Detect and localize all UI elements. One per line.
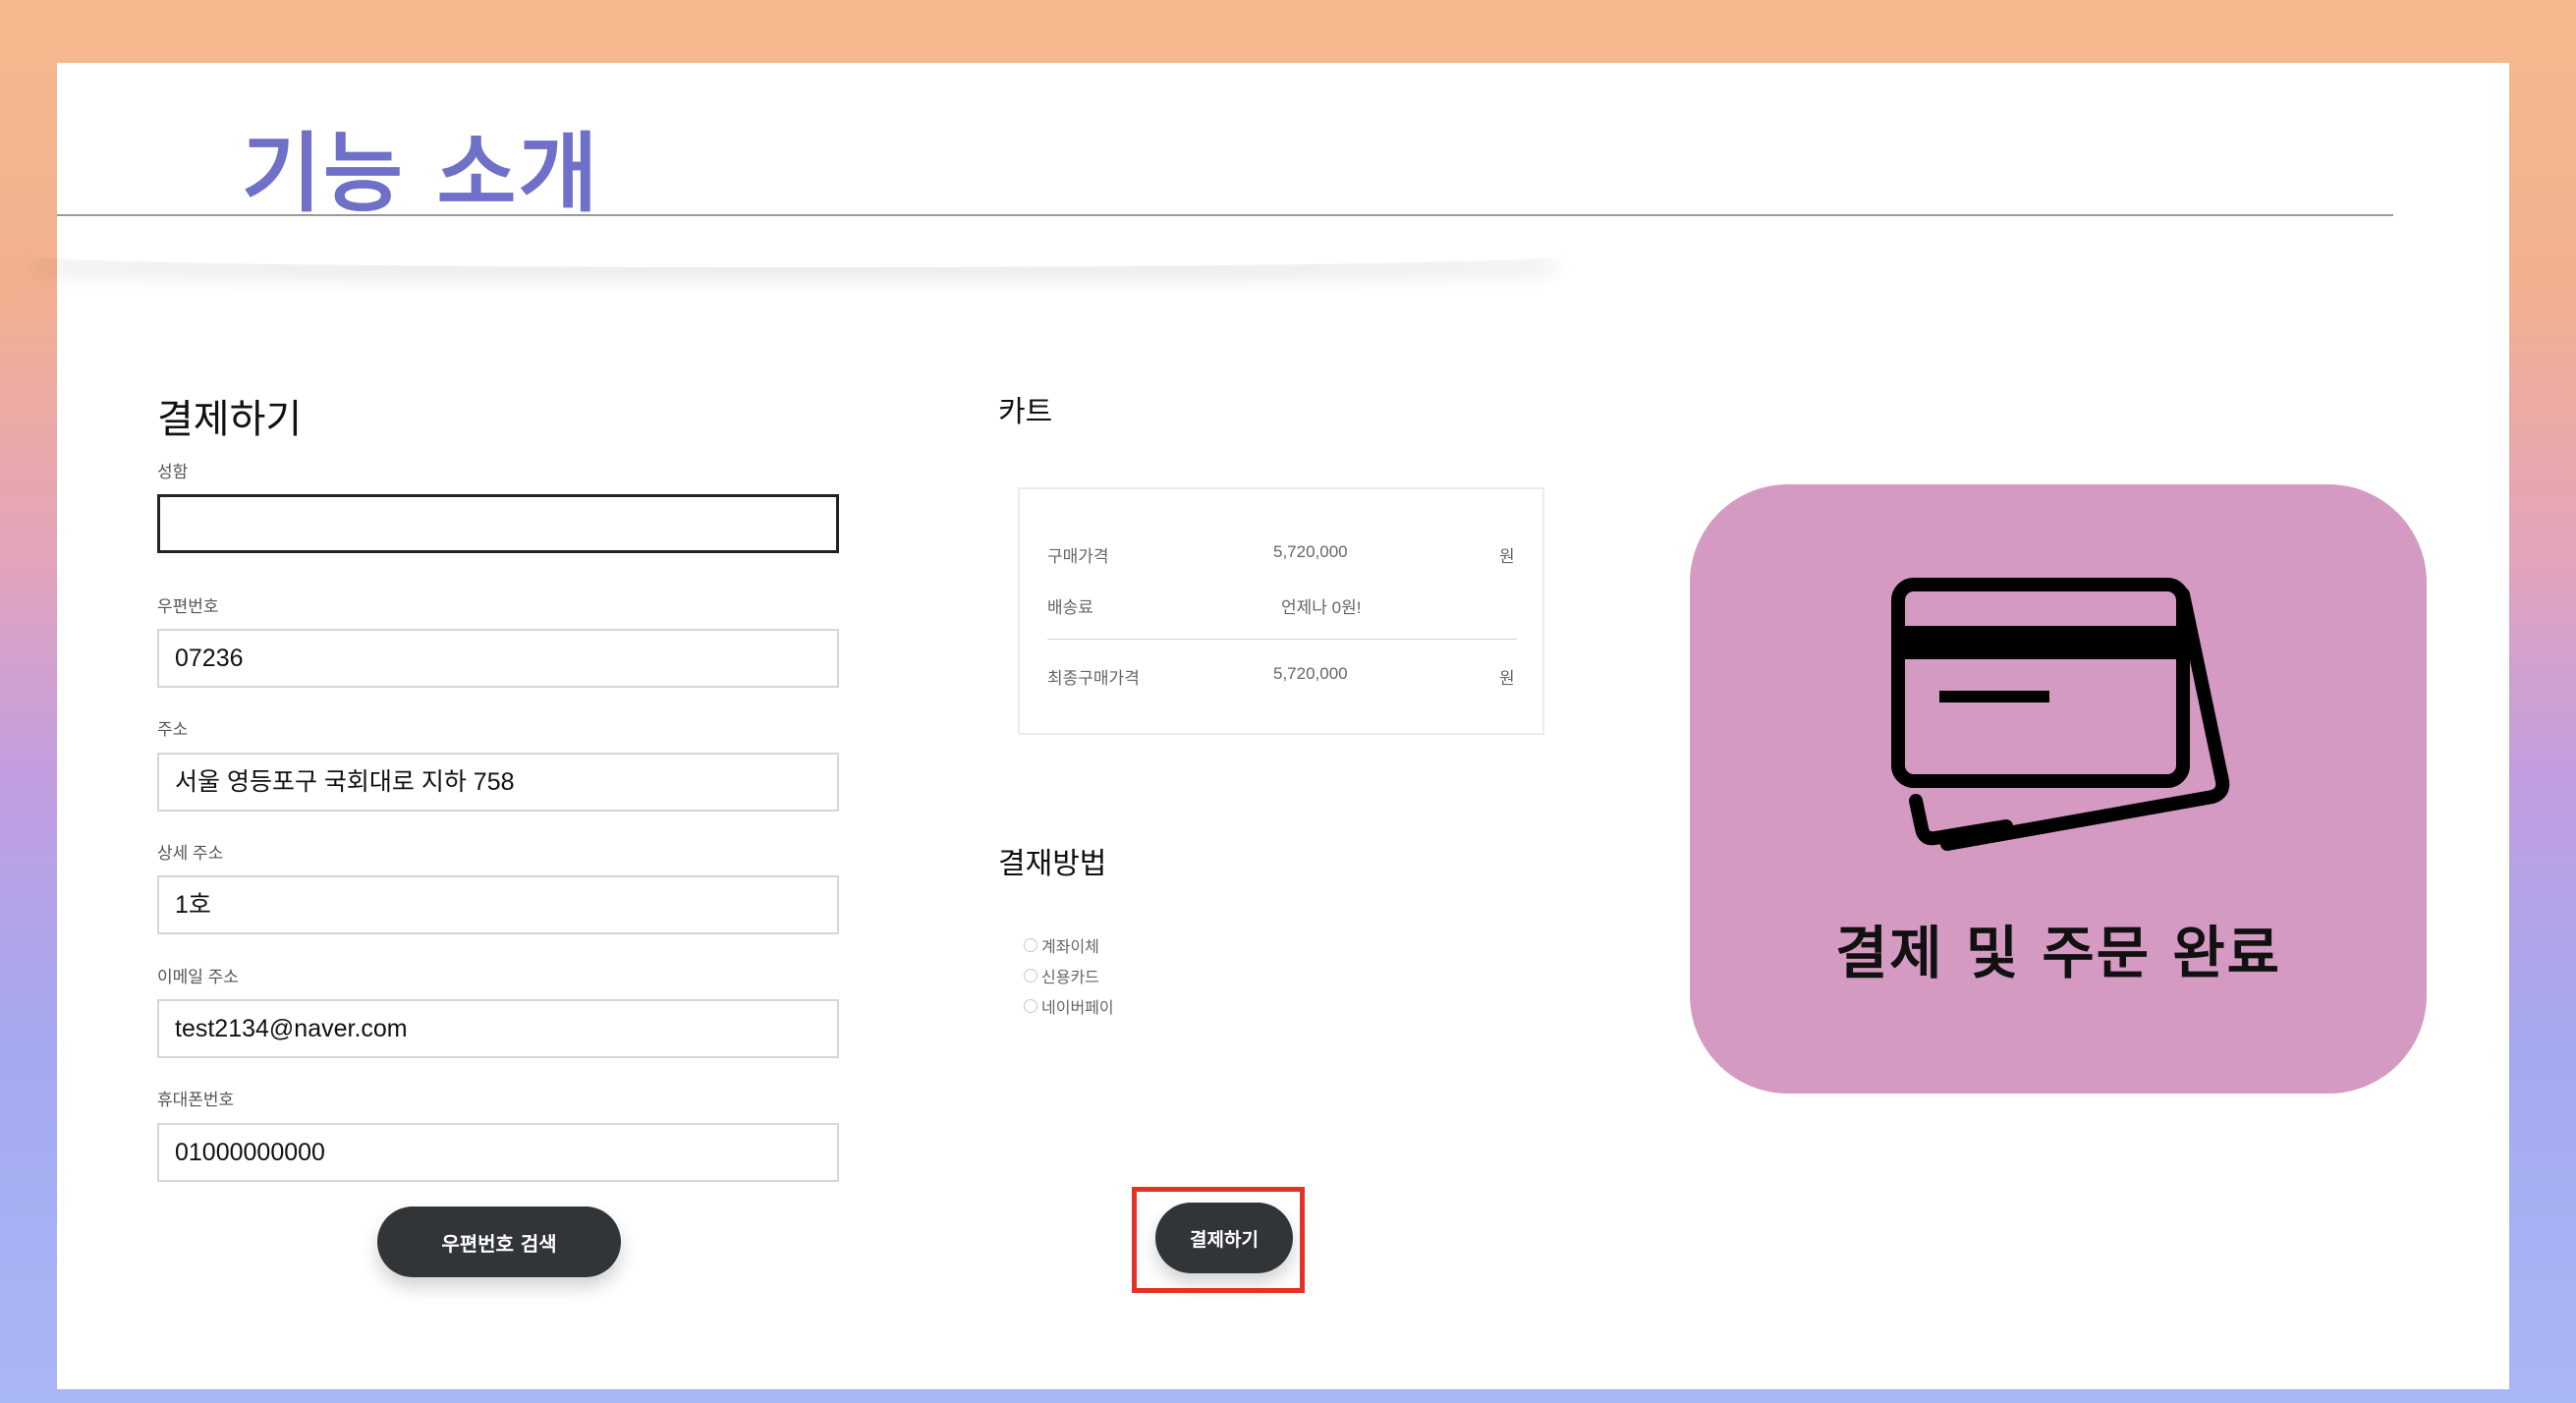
payment-option-label: 계좌이체 <box>1041 939 1099 956</box>
payment-method-heading: 결재방법 <box>998 847 1107 881</box>
address-input[interactable]: 서울 영등포구 국회대로 지하 758 <box>157 753 839 812</box>
zipcode-label: 우편번호 <box>157 597 219 616</box>
payment-option-bank-transfer[interactable]: 계좌이체 <box>1024 933 1099 957</box>
payment-option-label: 네이버페이 <box>1041 1000 1114 1017</box>
credit-card-icon <box>1891 578 2230 851</box>
name-input[interactable] <box>157 494 839 553</box>
payment-option-credit-card[interactable]: 신용카드 <box>1024 964 1099 987</box>
name-label: 성함 <box>157 463 189 481</box>
purchase-price-unit: 원 <box>1499 547 1515 566</box>
feature-caption: 결제 및 주문 완료 <box>1834 920 2282 986</box>
checkout-heading: 결제하기 <box>157 397 303 442</box>
purchase-price-label: 구매가격 <box>1047 547 1109 566</box>
payment-option-naver-pay[interactable]: 네이버페이 <box>1024 994 1114 1018</box>
feature-callout: 결제 및 주문 완료 <box>1690 484 2427 1094</box>
final-price-value: 5,720,000 <box>1273 664 1348 683</box>
zipcode-search-button[interactable]: 우편번호 검색 <box>377 1207 621 1277</box>
email-input[interactable]: test2134@naver.com <box>157 999 839 1058</box>
title-divider <box>57 214 2393 216</box>
radio-button[interactable] <box>1024 938 1037 952</box>
shipping-fee-value: 언제나 0원! <box>1281 598 1362 617</box>
cart-heading: 카트 <box>998 395 1053 429</box>
shipping-fee-label: 배송료 <box>1047 598 1093 617</box>
zipcode-input[interactable]: 07236 <box>157 629 839 688</box>
address-label: 주소 <box>157 720 189 739</box>
radio-button[interactable] <box>1024 969 1037 982</box>
final-price-unit: 원 <box>1499 669 1515 688</box>
phone-input[interactable]: 01000000000 <box>157 1123 839 1182</box>
radio-button[interactable] <box>1024 999 1037 1013</box>
address-detail-label: 상세 주소 <box>157 844 224 863</box>
phone-label: 휴대폰번호 <box>157 1091 235 1109</box>
payment-option-label: 신용카드 <box>1041 970 1099 986</box>
purchase-price-value: 5,720,000 <box>1273 542 1348 561</box>
summary-divider <box>1047 639 1517 640</box>
email-label: 이메일 주소 <box>157 968 239 986</box>
address-detail-input[interactable]: 1호 <box>157 875 839 934</box>
pay-button-highlight <box>1132 1187 1305 1293</box>
slide-title: 기능 소개 <box>242 123 600 224</box>
final-price-label: 최종구매가격 <box>1047 669 1140 688</box>
header-shadow <box>29 244 1562 267</box>
cart-summary: 구매가격 5,720,000 원 배송료 언제나 0원! 최종구매가격 5,72… <box>1018 487 1544 735</box>
